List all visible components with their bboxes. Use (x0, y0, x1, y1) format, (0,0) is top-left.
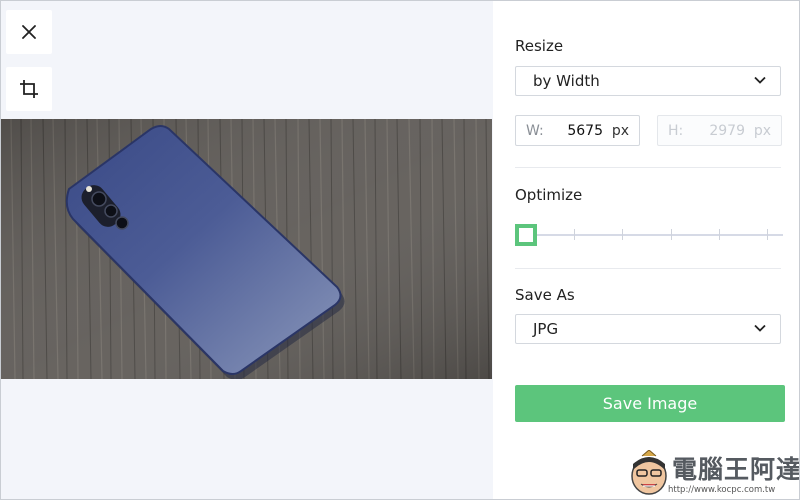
chevron-down-icon (754, 76, 766, 84)
watermark-title: 電腦王阿達 (672, 455, 800, 484)
save-format-select[interactable]: JPG (515, 314, 781, 344)
width-value: 5675 (567, 122, 603, 139)
chevron-down-icon (754, 324, 766, 332)
width-unit: px (611, 122, 629, 139)
height-field: H: 2979 px (657, 115, 782, 146)
height-value: 2979 (709, 122, 745, 139)
watermark: 電腦王阿達 http://www.kocpc.com.tw (606, 446, 799, 498)
save-as-label: Save As (515, 286, 575, 304)
image-editor-window: Resize by Width W: 5675 px H: 2979 px Op… (0, 0, 800, 500)
resize-mode-value: by Width (533, 72, 600, 90)
slider-tick (574, 229, 576, 240)
width-field[interactable]: W: 5675 px (515, 115, 640, 146)
divider (515, 268, 781, 269)
mascot-logo (631, 450, 667, 495)
watermark-url: http://www.kocpc.com.tw (668, 485, 776, 495)
close-icon (22, 25, 36, 39)
resize-mode-select[interactable]: by Width (515, 66, 781, 96)
height-unit: px (753, 122, 771, 139)
height-prefix: H: (668, 122, 684, 139)
width-prefix: W: (526, 122, 544, 139)
slider-track (525, 234, 783, 236)
optimize-label: Optimize (515, 186, 583, 204)
slider-tick (622, 229, 624, 240)
canvas-area (1, 1, 492, 499)
crop-button[interactable] (6, 67, 52, 111)
close-button[interactable] (6, 10, 52, 54)
optimize-slider[interactable] (515, 222, 785, 248)
slider-tick (718, 229, 720, 240)
save-format-value: JPG (533, 320, 559, 338)
slider-tick (670, 229, 672, 240)
image-preview[interactable] (1, 119, 492, 379)
settings-panel: Resize by Width W: 5675 px H: 2979 px Op… (493, 1, 799, 499)
save-image-button[interactable]: Save Image (515, 385, 785, 422)
slider-tick (767, 229, 768, 240)
divider (515, 167, 781, 168)
crop-icon (20, 80, 38, 98)
slider-thumb[interactable] (515, 224, 537, 246)
phone-photo (1, 119, 492, 379)
resize-label: Resize (515, 37, 564, 55)
